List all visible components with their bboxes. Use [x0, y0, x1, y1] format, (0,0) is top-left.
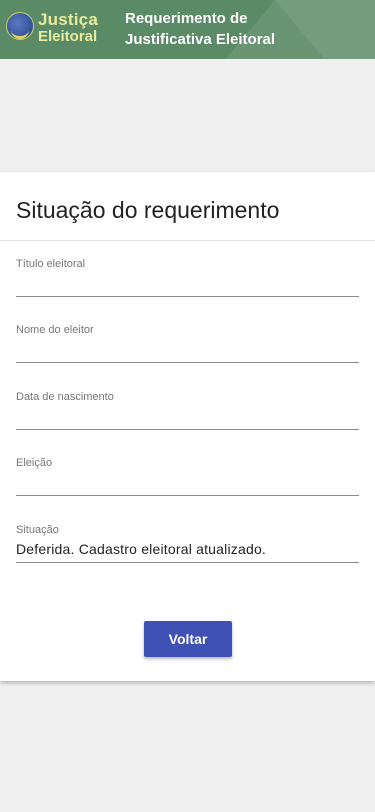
field-situacao: Situação Deferida. Cadastro eleitoral at…: [16, 524, 359, 564]
field-nome-do-eleitor: Nome do eleitor: [16, 324, 359, 364]
field-underline: [16, 562, 359, 563]
logo-text-line1: Justiça: [38, 10, 98, 29]
page-header-title: Requerimento de Justificativa Eleitoral: [125, 8, 365, 50]
field-label: Data de nascimento: [16, 391, 114, 403]
logo-text-line2: Eleitoral: [38, 28, 98, 45]
field-titulo-eleitoral: Título eleitoral: [16, 258, 359, 298]
back-button[interactable]: Voltar: [144, 621, 232, 657]
divider: [0, 240, 375, 241]
field-underline: [16, 296, 359, 297]
app-header: Justiça Eleitoral Requerimento de Justif…: [0, 0, 375, 59]
field-value: Deferida. Cadastro eleitoral atualizado.: [16, 541, 267, 557]
field-underline: [16, 429, 359, 430]
field-label: Eleição: [16, 457, 53, 469]
header-title-line1: Requerimento de: [125, 10, 248, 27]
field-eleicao: Eleição: [16, 457, 359, 497]
field-underline: [16, 495, 359, 496]
justica-eleitoral-logo: Justiça Eleitoral: [4, 10, 104, 48]
field-data-de-nascimento: Data de nascimento: [16, 391, 359, 431]
card-title: Situação do requerimento: [16, 197, 280, 223]
requirement-status-card: Situação do requerimento Título eleitora…: [0, 172, 375, 681]
field-label: Situação: [16, 524, 59, 536]
logo-emblem-icon: [6, 12, 34, 40]
field-label: Nome do eleitor: [16, 324, 94, 336]
header-title-line2: Justificativa Eleitoral: [125, 31, 276, 48]
field-label: Título eleitoral: [16, 258, 86, 270]
field-underline: [16, 362, 359, 363]
